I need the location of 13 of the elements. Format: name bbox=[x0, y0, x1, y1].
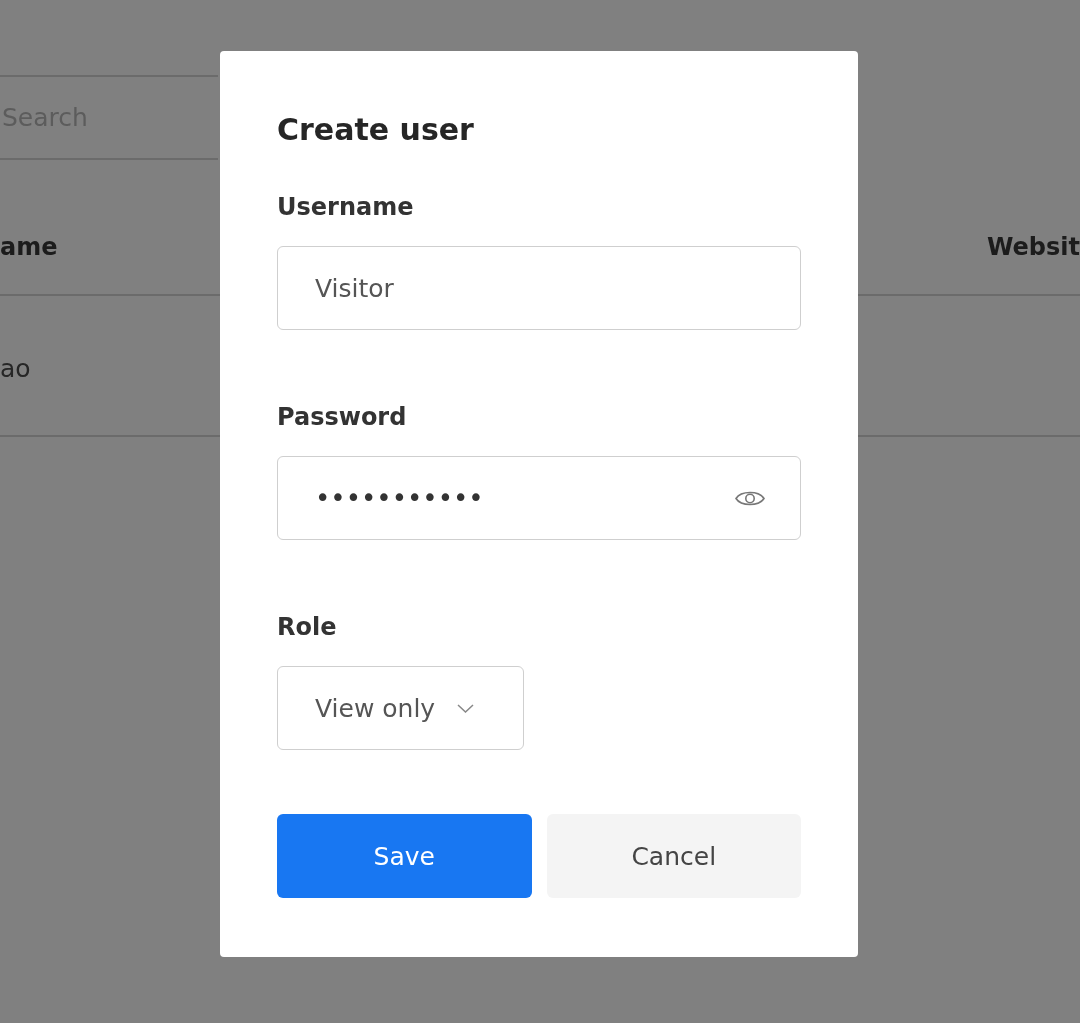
column-header: ame bbox=[0, 233, 58, 261]
password-input[interactable]: ••••••••••• bbox=[277, 456, 801, 540]
dialog-title: Create user bbox=[277, 111, 474, 149]
save-button[interactable]: Save bbox=[277, 814, 532, 898]
cancel-button[interactable]: Cancel bbox=[546, 814, 801, 898]
field-label: Password bbox=[277, 402, 407, 433]
role-dropdown[interactable]: View only bbox=[277, 666, 524, 750]
text-input[interactable]: Visitor bbox=[277, 246, 801, 330]
chevron-down-icon bbox=[457, 703, 475, 713]
field-label: Role bbox=[277, 612, 337, 643]
field-label: Username bbox=[277, 192, 414, 223]
column-header: Websit bbox=[986, 233, 1080, 261]
table-cell: ao bbox=[0, 354, 31, 383]
